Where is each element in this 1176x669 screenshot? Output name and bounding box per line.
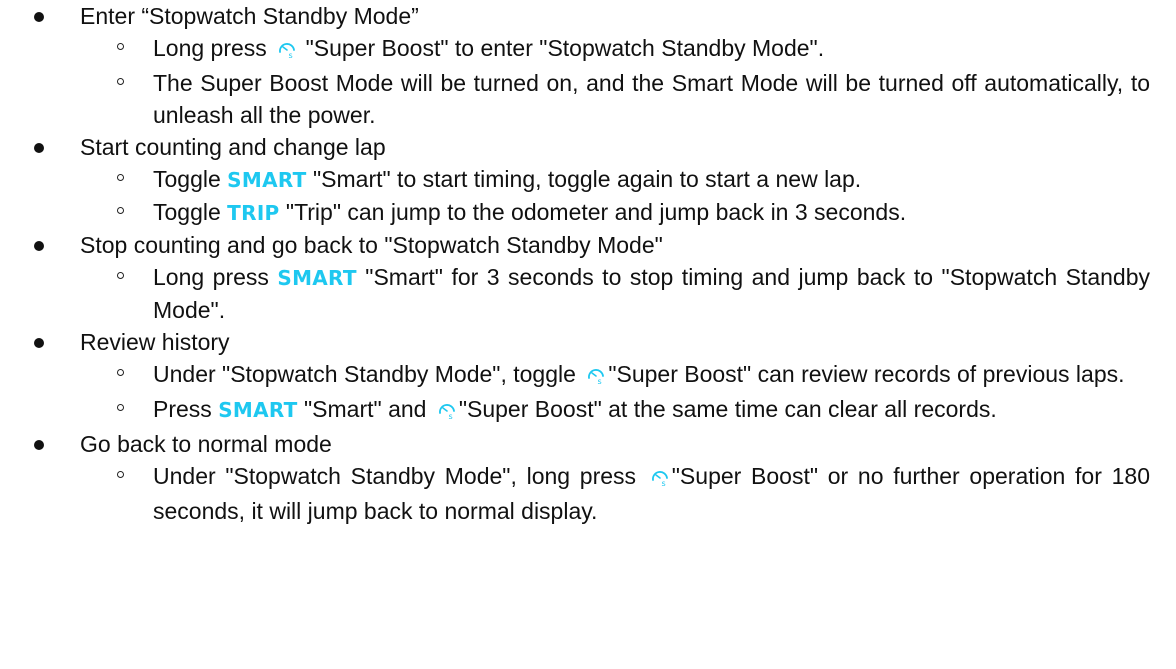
text-run: "Super Boost" can review records of prev…	[608, 361, 1125, 387]
sub-item-text: Long press s "Super Boost" to enter "Sto…	[153, 32, 1176, 67]
filled-bullet-icon	[34, 143, 44, 153]
svg-text:s: s	[661, 479, 665, 487]
text-run: The Super Boost Mode will be turned on, …	[153, 70, 1150, 128]
section-item: Start counting and change lap Toggle SMAR…	[0, 131, 1176, 229]
section-title: Go back to normal mode	[80, 431, 332, 457]
super-boost-icon: s	[650, 463, 670, 495]
svg-text:s: s	[598, 377, 602, 385]
text-run: Long press	[153, 35, 274, 61]
hollow-bullet-icon	[117, 78, 124, 85]
sub-item: Under "Stopwatch Standby Mode", toggle s…	[80, 358, 1176, 393]
text-run: Toggle	[153, 166, 228, 192]
section-title: Enter “Stopwatch Standby Mode”	[80, 3, 419, 29]
hollow-bullet-icon	[117, 174, 124, 181]
sub-item: Toggle SMART "Smart" to start timing, to…	[80, 163, 1176, 196]
hollow-bullet-icon	[117, 272, 124, 279]
sub-item-text: Toggle TRIP "Trip" can jump to the odome…	[153, 196, 1176, 229]
sub-list: Under "Stopwatch Standby Mode", long pre…	[80, 460, 1176, 527]
sub-item-text: Under "Stopwatch Standby Mode", toggle s…	[153, 358, 1176, 393]
instruction-document: Enter “Stopwatch Standby Mode” Long press…	[0, 0, 1176, 669]
text-run: "Super Boost" at the same time can clear…	[458, 396, 997, 422]
section-item: Review history Under "Stopwatch Standby M…	[0, 326, 1176, 428]
sub-item: Long press SMART "Smart" for 3 seconds t…	[80, 261, 1176, 326]
sub-item-text: Under "Stopwatch Standby Mode", long pre…	[153, 460, 1176, 527]
section-title: Start counting and change lap	[80, 134, 386, 160]
section-item: Enter “Stopwatch Standby Mode” Long press…	[0, 0, 1176, 131]
sub-item: Long press s "Super Boost" to enter "Sto…	[80, 32, 1176, 67]
section-title: Stop counting and go back to "Stopwatch …	[80, 232, 663, 258]
sub-item: The Super Boost Mode will be turned on, …	[80, 67, 1176, 131]
text-run: "Smart" and	[297, 396, 433, 422]
sub-item: Toggle TRIP "Trip" can jump to the odome…	[80, 196, 1176, 229]
text-run: "Smart" to start timing, toggle again to…	[306, 166, 862, 192]
text-run: Toggle	[153, 199, 228, 225]
svg-text:s: s	[289, 51, 293, 59]
trip-button-label: TRIP	[227, 201, 280, 225]
sub-list: Long press SMART "Smart" for 3 seconds t…	[80, 261, 1176, 326]
hollow-bullet-icon	[117, 369, 124, 376]
super-boost-icon: s	[437, 396, 457, 428]
smart-button-label: SMART	[218, 398, 298, 422]
sub-list: Toggle SMART "Smart" to start timing, to…	[80, 163, 1176, 229]
text-run: "Super Boost" to enter "Stopwatch Standb…	[299, 35, 825, 61]
text-run: "Trip" can jump to the odometer and jump…	[279, 199, 907, 225]
section-item: Go back to normal mode Under "Stopwatch S…	[0, 428, 1176, 527]
text-run: Press	[153, 396, 219, 422]
text-run: Long press	[153, 264, 278, 290]
sub-list: Long press s "Super Boost" to enter "Sto…	[80, 32, 1176, 131]
section-title: Review history	[80, 329, 230, 355]
instruction-list: Enter “Stopwatch Standby Mode” Long press…	[0, 0, 1176, 527]
svg-text:s: s	[448, 412, 452, 420]
sub-item-text: Toggle SMART "Smart" to start timing, to…	[153, 163, 1176, 196]
smart-button-label: SMART	[277, 266, 357, 290]
sub-item-text: The Super Boost Mode will be turned on, …	[153, 67, 1176, 131]
section-item: Stop counting and go back to "Stopwatch …	[0, 229, 1176, 326]
sub-item: Under "Stopwatch Standby Mode", long pre…	[80, 460, 1176, 527]
hollow-bullet-icon	[117, 43, 124, 50]
filled-bullet-icon	[34, 440, 44, 450]
text-run: Under "Stopwatch Standby Mode", toggle	[153, 361, 583, 387]
smart-button-label: SMART	[227, 168, 307, 192]
super-boost-icon: s	[277, 35, 297, 67]
text-run: Under "Stopwatch Standby Mode", long pre…	[153, 463, 646, 489]
filled-bullet-icon	[34, 338, 44, 348]
super-boost-icon: s	[586, 361, 606, 393]
sub-item-text: Press SMART "Smart" and s "Super Boost" a…	[153, 393, 1176, 428]
sub-item-text: Long press SMART "Smart" for 3 seconds t…	[153, 261, 1176, 326]
sub-list: Under "Stopwatch Standby Mode", toggle s…	[80, 358, 1176, 428]
filled-bullet-icon	[34, 12, 44, 22]
filled-bullet-icon	[34, 241, 44, 251]
hollow-bullet-icon	[117, 404, 124, 411]
sub-item: Press SMART "Smart" and s "Super Boost" a…	[80, 393, 1176, 428]
hollow-bullet-icon	[117, 471, 124, 478]
hollow-bullet-icon	[117, 207, 124, 214]
